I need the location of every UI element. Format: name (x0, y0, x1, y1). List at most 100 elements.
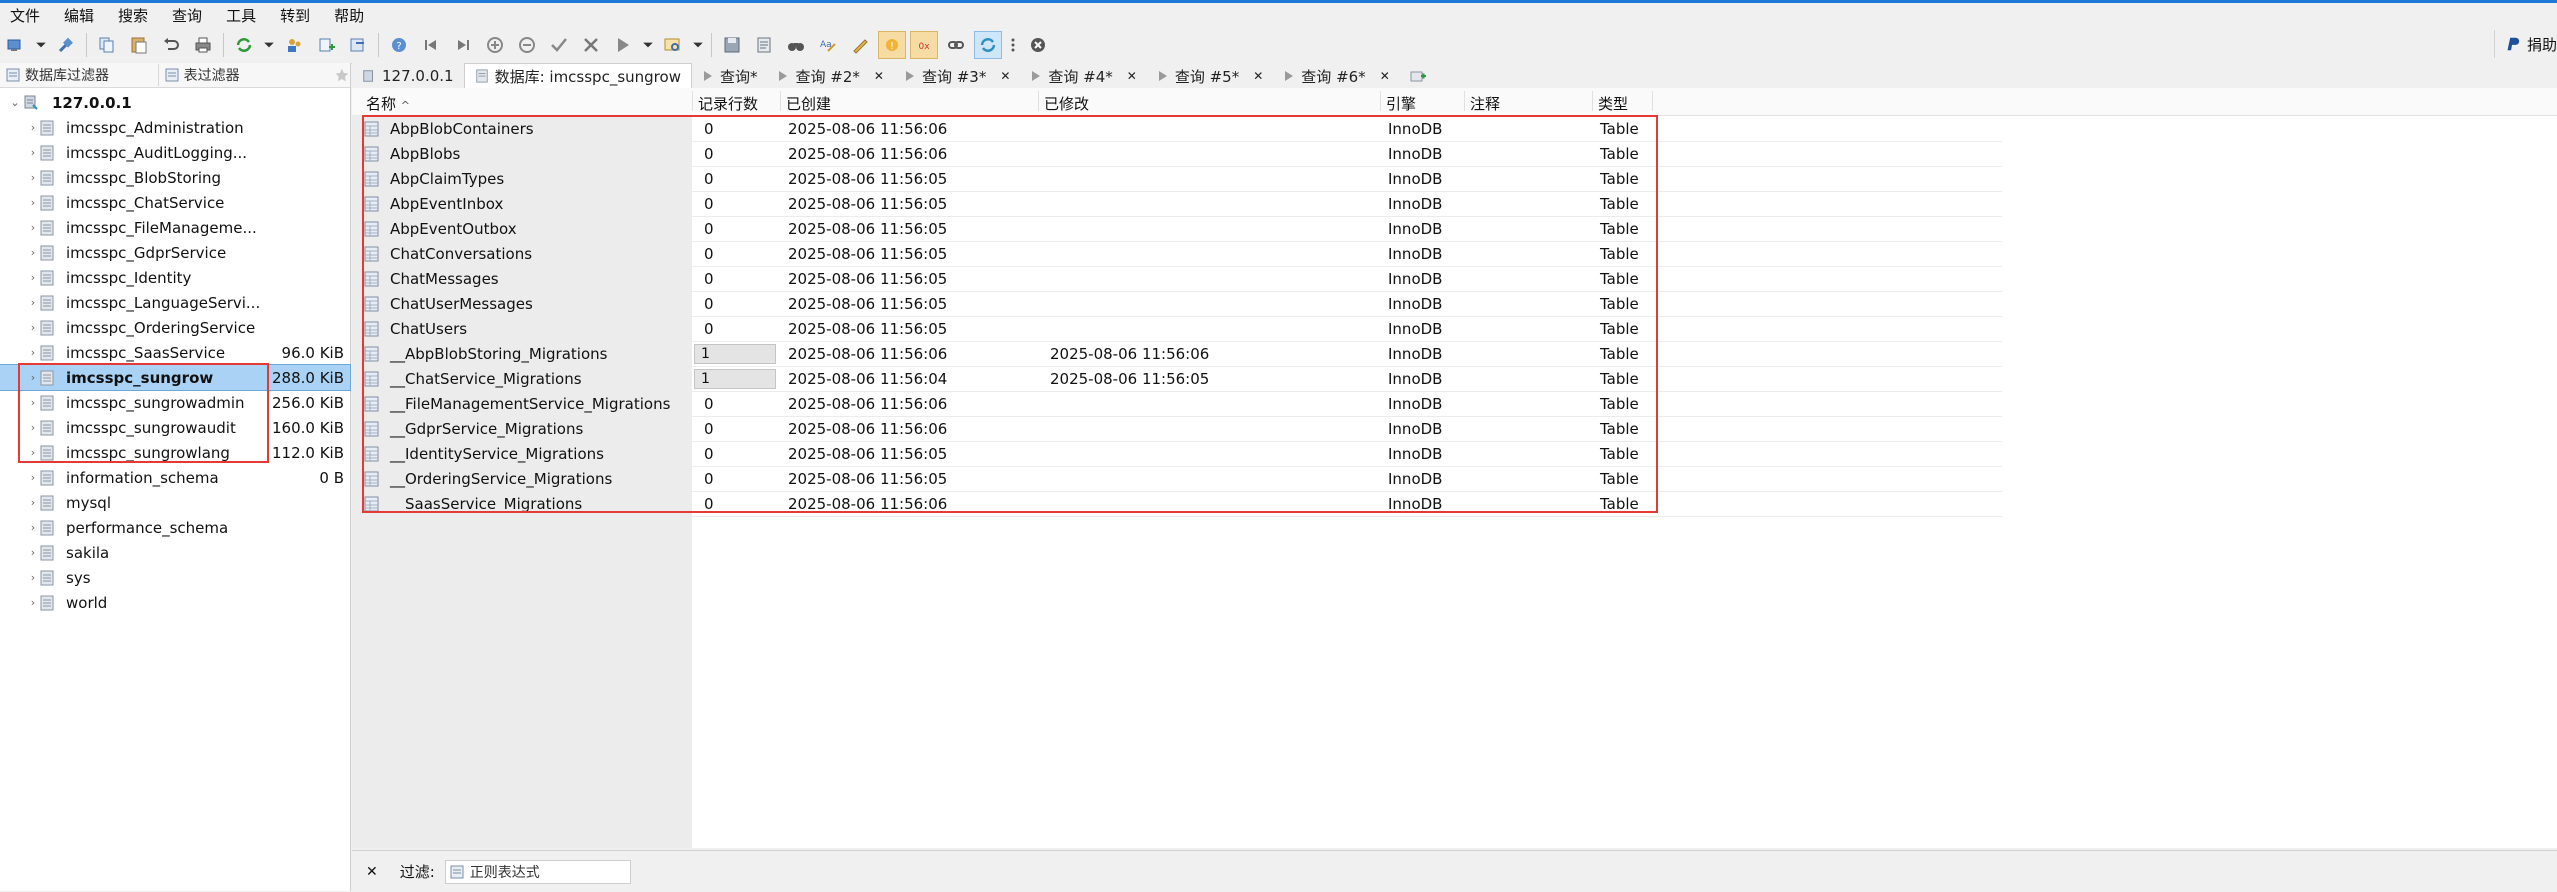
col-engine-header[interactable]: 引擎 (1386, 93, 1416, 114)
star-icon[interactable] (334, 67, 350, 83)
session-dropdown[interactable] (35, 32, 47, 58)
chevron-right-icon[interactable]: › (28, 496, 38, 509)
table-row[interactable]: __AbpBlobStoring_Migrations 1 2025-08-06 1… (352, 342, 1652, 367)
tree-database-node[interactable]: › imcsspc_sungrow 288.0 KiB (0, 364, 351, 391)
tree-database-node[interactable]: › world (0, 590, 350, 615)
close-tab-icon[interactable]: ✕ (1253, 69, 1263, 83)
tab-4[interactable]: 查询 #3* ✕ (894, 64, 1020, 88)
link-button[interactable] (943, 32, 969, 58)
table-row[interactable]: __GdprService_Migrations 0 2025-08-06 11:5… (352, 417, 1652, 442)
undo-button[interactable] (158, 32, 184, 58)
tree-database-node[interactable]: › imcsspc_sungrowlang 112.0 KiB (0, 440, 350, 465)
close-tab-icon[interactable]: ✕ (1380, 69, 1390, 83)
col-created-header[interactable]: 已创建 (786, 93, 831, 114)
col-modified-header[interactable]: 已修改 (1044, 93, 1089, 114)
chevron-right-icon[interactable]: › (28, 346, 38, 359)
auto-refresh-button[interactable] (974, 31, 1002, 59)
tab-6[interactable]: 查询 #5* ✕ (1147, 64, 1273, 88)
close-tab-icon[interactable]: ✕ (874, 69, 884, 83)
menu-edit[interactable]: 编辑 (54, 5, 94, 26)
tab-5[interactable]: 查询 #4* ✕ (1020, 64, 1146, 88)
chevron-right-icon[interactable]: › (28, 571, 38, 584)
menu-goto[interactable]: 转到 (270, 5, 310, 26)
table-row[interactable]: __SaasService_Migrations 0 2025-08-06 11:5… (352, 492, 1652, 517)
table-row[interactable]: __IdentityService_Migrations 0 2025-08-06 … (352, 442, 1652, 467)
chevron-right-icon[interactable]: › (28, 271, 38, 284)
menu-tools[interactable]: 工具 (216, 5, 256, 26)
tree-database-node[interactable]: › sys (0, 565, 350, 590)
session-manager-button[interactable] (3, 32, 29, 58)
tree-database-node[interactable]: › imcsspc_sungrowaudit 160.0 KiB (0, 415, 350, 440)
delete-record-button[interactable] (514, 32, 540, 58)
tree-database-node[interactable]: › information_schema 0 B (0, 465, 350, 490)
tree-database-node[interactable]: › imcsspc_BlobStoring (0, 165, 350, 190)
col-comment-header[interactable]: 注释 (1470, 93, 1500, 114)
tree-database-node[interactable]: › imcsspc_FileManageme... (0, 215, 350, 240)
tree-database-node[interactable]: › imcsspc_Identity (0, 265, 350, 290)
col-type-header[interactable]: 类型 (1598, 93, 1628, 114)
warnings-button[interactable]: ! (878, 31, 906, 59)
paste-button[interactable] (126, 32, 152, 58)
chevron-right-icon[interactable]: › (28, 246, 38, 259)
binoculars-button[interactable] (783, 32, 809, 58)
table-row[interactable]: AbpBlobContainers 0 2025-08-06 11:56:06 Inn… (352, 117, 1652, 142)
user-manager-button[interactable] (281, 32, 307, 58)
tab-2[interactable]: 查询* (692, 64, 768, 88)
chevron-right-icon[interactable]: › (28, 321, 38, 334)
database-filter-input[interactable]: 数据库过滤器 (0, 64, 159, 86)
table-row[interactable]: __FileManagementService_Migrations 0 2025-… (352, 392, 1652, 417)
add-button[interactable] (313, 32, 339, 58)
close-tab-icon[interactable]: ✕ (1127, 69, 1137, 83)
chevron-right-icon[interactable]: › (28, 296, 38, 309)
post-button[interactable] (546, 32, 572, 58)
tree-database-node[interactable]: › imcsspc_LanguageServi... (0, 290, 350, 315)
print-button[interactable] (190, 32, 216, 58)
help-button[interactable]: ? (386, 32, 412, 58)
pencil-button[interactable] (847, 32, 873, 58)
run-dropdown[interactable] (642, 32, 654, 58)
close-tab-icon[interactable]: ✕ (1000, 69, 1010, 83)
tab-3[interactable]: 查询 #2* ✕ (767, 64, 893, 88)
copy-button[interactable] (94, 32, 120, 58)
new-query-tab-button[interactable] (1400, 64, 1436, 88)
insert-record-button[interactable] (482, 32, 508, 58)
tree-database-node[interactable]: › sakila (0, 540, 350, 565)
tree-database-node[interactable]: › imcsspc_sungrowadmin 256.0 KiB (0, 390, 350, 415)
more-button[interactable] (1007, 32, 1019, 58)
chevron-right-icon[interactable]: › (28, 121, 38, 134)
chevron-right-icon[interactable]: › (28, 171, 38, 184)
tree-database-node[interactable]: › imcsspc_Administration (0, 115, 350, 140)
chevron-right-icon[interactable]: › (28, 546, 38, 559)
chevron-down-icon[interactable]: ⌄ (10, 96, 20, 109)
stop-button[interactable] (1025, 32, 1051, 58)
regex-filter-input[interactable]: 正则表达式 (444, 859, 631, 884)
export-button[interactable] (345, 32, 371, 58)
first-record-button[interactable] (418, 32, 444, 58)
tree-database-node[interactable]: › imcsspc_SaasService 96.0 KiB (0, 340, 350, 365)
tree-database-node[interactable]: › imcsspc_AuditLogging... (0, 140, 350, 165)
table-row[interactable]: AbpClaimTypes 0 2025-08-06 11:56:05 InnoDB T… (352, 167, 1652, 192)
table-row[interactable]: ChatMessages 0 2025-08-06 11:56:05 InnoDB Ta… (352, 267, 1652, 292)
chevron-right-icon[interactable]: › (28, 471, 38, 484)
table-row[interactable]: __ChatService_Migrations 1 2025-08-06 11:5… (352, 367, 1652, 392)
menu-file[interactable]: 文件 (0, 5, 40, 26)
table-row[interactable]: ChatUsers 0 2025-08-06 11:56:05 InnoDB Table (352, 317, 1652, 342)
refresh-dropdown[interactable] (263, 32, 275, 58)
table-row[interactable]: AbpEventOutbox 0 2025-08-06 11:56:05 InnoDB… (352, 217, 1652, 242)
find-button[interactable] (660, 32, 686, 58)
run-query-button[interactable] (610, 32, 636, 58)
find-dropdown[interactable] (692, 32, 704, 58)
close-filter-icon[interactable]: ✕ (366, 864, 378, 880)
chevron-right-icon[interactable]: › (28, 521, 38, 534)
donate-button[interactable]: 捐助 (2493, 30, 2557, 58)
tree-database-node[interactable]: › imcsspc_GdprService (0, 240, 350, 265)
menu-query[interactable]: 查询 (162, 5, 202, 26)
menu-help[interactable]: 帮助 (324, 5, 364, 26)
refresh-button[interactable] (231, 32, 257, 58)
format-button[interactable]: Aa (815, 32, 841, 58)
tab-7[interactable]: 查询 #6* ✕ (1273, 64, 1399, 88)
tab-0[interactable]: 127.0.0.1 (352, 64, 464, 88)
table-filter-input[interactable]: 表过滤器 (159, 64, 319, 86)
tree-database-node[interactable]: › imcsspc_ChatService (0, 190, 350, 215)
table-row[interactable]: ChatConversations 0 2025-08-06 11:56:05 Inn… (352, 242, 1652, 267)
